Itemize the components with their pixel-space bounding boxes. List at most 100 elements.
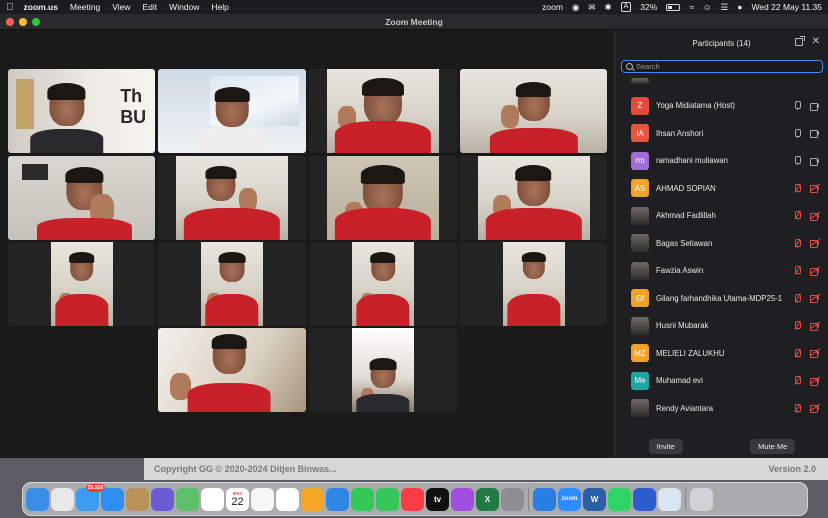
dock-chrome-icon[interactable]	[201, 487, 224, 511]
participant-row[interactable]: Bagas Setiawan	[615, 230, 828, 258]
mic-muted-icon[interactable]	[794, 238, 801, 248]
control-center-icon[interactable]: ☰	[721, 2, 729, 13]
video-off-icon[interactable]	[809, 211, 821, 221]
dock-messages-icon[interactable]	[351, 487, 374, 511]
participant-list[interactable]: Z Yoga Midiatama (Host) IA Ihsan Anshori rm r…	[615, 78, 828, 440]
participant-row[interactable]: IA Ihsan Anshori	[615, 120, 828, 148]
user-icon[interactable]: ☺	[703, 2, 712, 12]
video-tile[interactable]	[158, 242, 306, 326]
participant-row[interactable]: AS AHMAD SOPIAN	[615, 175, 828, 203]
dock-maps-icon[interactable]	[176, 487, 199, 511]
video-tile-active-speaker[interactable]	[8, 156, 155, 240]
mic-icon[interactable]	[794, 128, 801, 138]
fullscreen-window-button[interactable]	[32, 18, 40, 26]
mic-muted-icon[interactable]	[794, 321, 801, 331]
video-off-icon[interactable]	[809, 183, 821, 194]
dock-calendar-icon[interactable]: MAY 22	[226, 487, 249, 511]
search-input[interactable]	[636, 62, 806, 71]
video-off-icon[interactable]	[809, 403, 821, 414]
zoom-status-item[interactable]: zoom	[542, 2, 563, 12]
dock-stacks-app-icon[interactable]	[633, 487, 656, 511]
video-tile[interactable]	[309, 156, 457, 240]
menu-meeting[interactable]: Meeting	[70, 2, 100, 12]
participant-row[interactable]: Fawzia Aswin	[615, 257, 828, 285]
window-titlebar[interactable]: Zoom Meeting	[0, 14, 828, 30]
dock-launchpad-icon[interactable]	[51, 487, 74, 511]
video-tile[interactable]	[158, 328, 306, 412]
mute-me-button[interactable]: Mute Me	[750, 438, 796, 454]
mic-muted-icon[interactable]	[794, 266, 801, 276]
dock-music-icon[interactable]	[401, 487, 424, 511]
wifi-icon[interactable]: ≈	[689, 2, 694, 12]
video-icon[interactable]	[810, 102, 819, 111]
dock-contacts-icon[interactable]	[126, 487, 149, 511]
mic-muted-icon[interactable]	[794, 376, 801, 386]
video-tile[interactable]	[309, 69, 457, 153]
video-tile[interactable]	[158, 69, 306, 153]
input-source-indicator[interactable]: A	[620, 2, 632, 12]
video-off-icon[interactable]	[809, 266, 821, 276]
participant-row[interactable]: Me Muhamad evi	[615, 367, 828, 395]
video-icon[interactable]	[810, 130, 819, 139]
apple-icon[interactable]: 	[6, 2, 14, 13]
mic-muted-icon[interactable]	[794, 293, 801, 303]
menu-app-name[interactable]: zoom.us	[24, 2, 58, 12]
menu-window[interactable]: Window	[169, 2, 199, 12]
battery-icon[interactable]	[666, 3, 681, 11]
dock-mail-icon[interactable]: 25.558	[76, 483, 105, 511]
dock-siri-icon[interactable]	[151, 487, 174, 511]
video-off-icon[interactable]	[809, 321, 821, 331]
pop-out-icon[interactable]	[794, 36, 805, 46]
screen-mirroring-icon[interactable]: ◉	[572, 2, 579, 13]
participant-row[interactable]: Rendy Aviantara	[615, 395, 828, 423]
menubar-clock[interactable]: Wed 22 May 11.35	[751, 2, 822, 12]
mic-icon[interactable]	[794, 101, 801, 111]
siri-icon[interactable]: ●	[737, 2, 742, 12]
dock-zoom-icon[interactable]: zoom	[558, 487, 581, 511]
video-tile[interactable]	[309, 242, 457, 326]
notification-icon[interactable]: ✉	[588, 2, 595, 13]
participant-row[interactable]: Gf Gilang farhandhika Utama-MDP25-1	[615, 285, 828, 313]
dock-keynote-icon[interactable]	[326, 487, 349, 511]
video-icon[interactable]	[810, 157, 819, 166]
dock-trash-icon[interactable]	[690, 487, 713, 511]
participant-row[interactable]: Husni Mubarak	[615, 312, 828, 340]
mic-icon[interactable]	[794, 156, 801, 166]
dock-bluetooth-file-exchange-icon[interactable]	[533, 487, 556, 511]
video-off-icon[interactable]	[809, 376, 821, 386]
dock-whatsapp-icon[interactable]	[608, 487, 631, 511]
dock-podcasts-icon[interactable]	[451, 487, 474, 511]
dock-photos-icon[interactable]	[251, 487, 274, 511]
invite-button[interactable]: Invite	[648, 438, 683, 454]
dock-system-settings-icon[interactable]	[501, 487, 524, 511]
dock-safari-icon[interactable]	[101, 487, 124, 511]
dock-pages-icon[interactable]	[301, 487, 324, 511]
video-off-icon[interactable]	[809, 348, 821, 359]
menu-edit[interactable]: Edit	[143, 2, 158, 12]
video-tile[interactable]	[8, 242, 155, 326]
participant-row[interactable]: Z Yoga Midiatama (Host)	[615, 92, 828, 120]
mic-muted-icon[interactable]	[794, 183, 801, 193]
menu-help[interactable]: Help	[211, 2, 228, 12]
close-icon[interactable]: ✕	[812, 37, 820, 47]
video-tile[interactable]	[309, 328, 457, 412]
video-tile[interactable]	[460, 69, 607, 153]
video-tile[interactable]: Th BU	[8, 69, 155, 153]
mic-muted-icon[interactable]	[794, 211, 801, 221]
dock-facetime-icon[interactable]	[376, 487, 399, 511]
bluetooth-icon[interactable]: ✱	[605, 2, 612, 13]
participant-row-partial[interactable]	[615, 78, 828, 92]
dock-apple-tv-icon[interactable]: tv	[426, 487, 449, 511]
dock-reminders-icon[interactable]	[276, 487, 299, 511]
participant-row[interactable]: MZ MELIELI ZALUKHU	[615, 340, 828, 368]
dock-finder-icon[interactable]	[26, 487, 49, 511]
video-tile[interactable]	[460, 156, 607, 240]
close-window-button[interactable]	[6, 18, 14, 26]
video-tile[interactable]	[158, 156, 306, 240]
mic-muted-icon[interactable]	[794, 348, 801, 358]
minimize-window-button[interactable]	[19, 18, 27, 26]
menu-view[interactable]: View	[112, 2, 130, 12]
dock-preview-icon[interactable]	[658, 487, 681, 511]
dock-excel-icon[interactable]: X	[476, 487, 499, 511]
video-off-icon[interactable]	[809, 238, 821, 249]
